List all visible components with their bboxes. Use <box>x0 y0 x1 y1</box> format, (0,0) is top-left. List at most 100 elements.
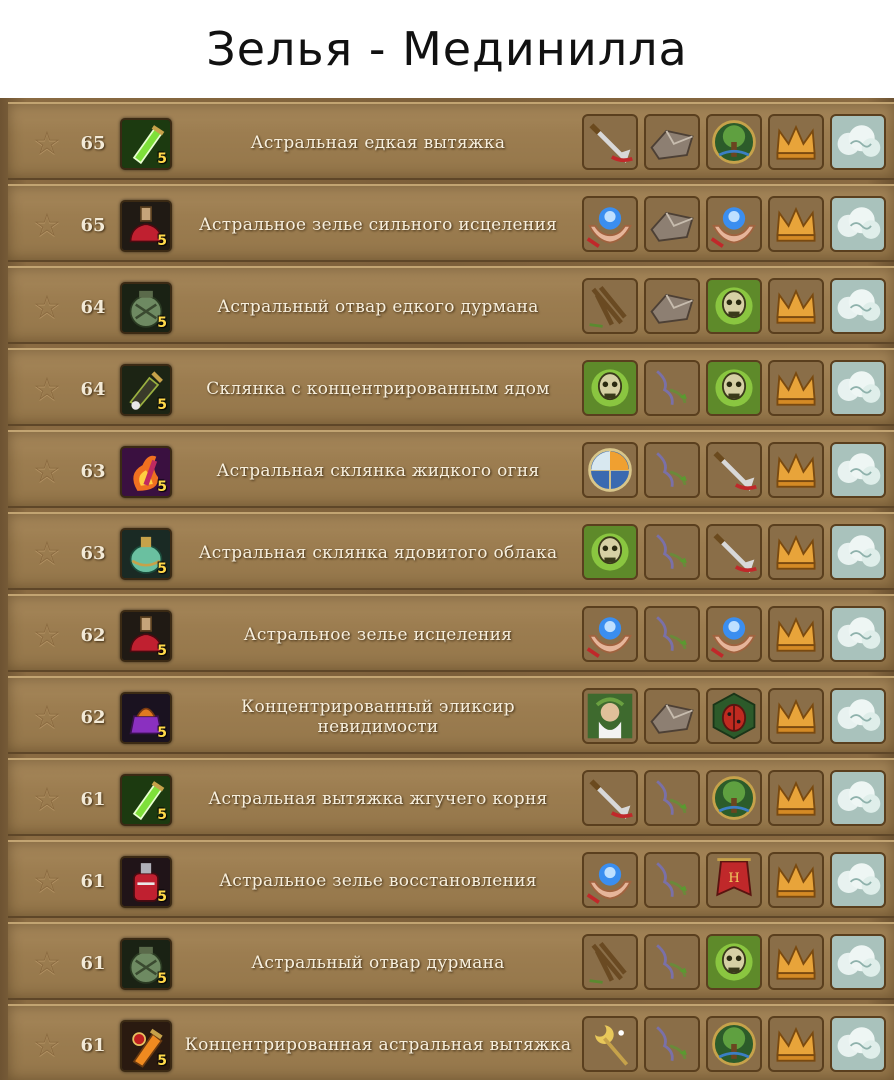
healing-hands-icon[interactable] <box>582 606 638 662</box>
green-round-bottle-potion-icon[interactable]: 5 <box>120 528 172 580</box>
favorite-star-icon[interactable]: ☆ <box>30 454 64 488</box>
page-title: Зелья - Мединилла <box>0 0 894 98</box>
favorite-star-icon[interactable]: ☆ <box>30 126 64 160</box>
herb-sprig-icon[interactable] <box>644 442 700 498</box>
recipe-row[interactable]: ☆ 65 5 Астральное зелье сильного исцеления <box>8 184 894 262</box>
skull-icon[interactable] <box>706 934 762 990</box>
cloud-icon[interactable] <box>830 442 886 498</box>
recipe-row[interactable]: ☆ 61 5 Астральный отвар дурмана <box>8 922 894 1000</box>
recipe-name: Астральный отвар дурмана <box>251 953 505 973</box>
root-icon[interactable] <box>582 278 638 334</box>
healing-hands-icon[interactable] <box>706 606 762 662</box>
stone-icon[interactable] <box>644 278 700 334</box>
recipe-row[interactable]: ☆ 63 5 Астральная склянка жидкого огня <box>8 430 894 508</box>
crown-icon[interactable] <box>768 1016 824 1072</box>
skull-icon[interactable] <box>706 360 762 416</box>
red-flask-potion-icon[interactable]: 5 <box>120 200 172 252</box>
red-flask-potion-icon[interactable]: 5 <box>120 610 172 662</box>
crown-icon[interactable] <box>768 278 824 334</box>
cloud-icon[interactable] <box>830 606 886 662</box>
recipe-row[interactable]: ☆ 64 5 Астральный отвар едкого дурмана <box>8 266 894 344</box>
cloud-icon[interactable] <box>830 852 886 908</box>
healing-hands-icon[interactable] <box>582 852 638 908</box>
favorite-star-icon[interactable]: ☆ <box>30 290 64 324</box>
herb-sprig-icon[interactable] <box>644 934 700 990</box>
fire-vial-potion-icon[interactable]: 5 <box>120 446 172 498</box>
crown-icon[interactable] <box>768 196 824 252</box>
crown-icon[interactable] <box>768 114 824 170</box>
recipe-row[interactable]: ☆ 64 5 Склянка с концентрированным ядом <box>8 348 894 426</box>
druid-icon[interactable] <box>582 688 638 744</box>
cloud-icon[interactable] <box>830 196 886 252</box>
favorite-star-icon[interactable]: ☆ <box>30 536 64 570</box>
poison-bottle-potion-icon[interactable]: 5 <box>120 364 172 416</box>
favorite-star-icon[interactable]: ☆ <box>30 782 64 816</box>
recipe-name: Астральное зелье исцеления <box>243 625 513 645</box>
crown-icon[interactable] <box>768 442 824 498</box>
crown-icon[interactable] <box>768 934 824 990</box>
favorite-star-icon[interactable]: ☆ <box>30 618 64 652</box>
banner-icon[interactable]: H <box>706 852 762 908</box>
healing-hands-icon[interactable] <box>706 196 762 252</box>
crown-icon[interactable] <box>768 360 824 416</box>
root-icon[interactable] <box>582 934 638 990</box>
elements-orb-icon[interactable] <box>582 442 638 498</box>
recipe-row[interactable]: ☆ 62 5 Концентрированный эликсир невидимост… <box>8 676 894 754</box>
recipe-row[interactable]: ☆ 61 5 Астральная вытяжка жгучего корня <box>8 758 894 836</box>
favorite-star-icon[interactable]: ☆ <box>30 208 64 242</box>
cloud-icon[interactable] <box>830 360 886 416</box>
green-jar-potion-icon[interactable]: 5 <box>120 282 172 334</box>
purple-bottle-potion-icon[interactable]: 5 <box>120 692 172 744</box>
herb-sprig-icon[interactable] <box>644 524 700 580</box>
crown-icon[interactable] <box>768 606 824 662</box>
herb-sprig-icon[interactable] <box>644 1016 700 1072</box>
moon-staff-icon[interactable] <box>582 1016 638 1072</box>
tree-icon[interactable] <box>706 770 762 826</box>
beetle-icon[interactable] <box>706 688 762 744</box>
orange-vial-potion-icon[interactable]: 5 <box>120 1020 172 1072</box>
dagger-icon[interactable] <box>582 114 638 170</box>
green-jar-potion-icon[interactable]: 5 <box>120 938 172 990</box>
stone-icon[interactable] <box>644 196 700 252</box>
recipe-row[interactable]: ☆ 61 5 Концентрированная астральная вытяжка <box>8 1004 894 1080</box>
crown-icon[interactable] <box>768 852 824 908</box>
cloud-icon[interactable] <box>830 934 886 990</box>
cloud-icon[interactable] <box>830 114 886 170</box>
recipe-row[interactable]: ☆ 63 5 Астральная склянка ядовитого облака <box>8 512 894 590</box>
green-vial-potion-icon[interactable]: 5 <box>120 118 172 170</box>
favorite-star-icon[interactable]: ☆ <box>30 372 64 406</box>
tree-icon[interactable] <box>706 1016 762 1072</box>
red-bottle-potion-icon[interactable]: 5 <box>120 856 172 908</box>
dagger-icon[interactable] <box>706 442 762 498</box>
recipe-row[interactable]: ☆ 61 5 Астральное зелье восстановления H <box>8 840 894 918</box>
dagger-icon[interactable] <box>706 524 762 580</box>
cloud-icon[interactable] <box>830 688 886 744</box>
crown-icon[interactable] <box>768 770 824 826</box>
herb-sprig-icon[interactable] <box>644 360 700 416</box>
dagger-icon[interactable] <box>582 770 638 826</box>
cloud-icon[interactable] <box>830 1016 886 1072</box>
cloud-icon[interactable] <box>830 770 886 826</box>
recipe-row[interactable]: ☆ 65 5 Астральная едкая вытяжка <box>8 102 894 180</box>
crown-icon[interactable] <box>768 688 824 744</box>
stone-icon[interactable] <box>644 688 700 744</box>
healing-hands-icon[interactable] <box>582 196 638 252</box>
herb-sprig-icon[interactable] <box>644 606 700 662</box>
green-vial-potion-icon[interactable]: 5 <box>120 774 172 826</box>
tree-icon[interactable] <box>706 114 762 170</box>
stone-icon[interactable] <box>644 114 700 170</box>
favorite-star-icon[interactable]: ☆ <box>30 1028 64 1062</box>
favorite-star-icon[interactable]: ☆ <box>30 864 64 898</box>
skull-icon[interactable] <box>706 278 762 334</box>
crown-icon[interactable] <box>768 524 824 580</box>
skull-icon[interactable] <box>582 360 638 416</box>
cloud-icon[interactable] <box>830 278 886 334</box>
cloud-icon[interactable] <box>830 524 886 580</box>
quantity-badge: 5 <box>157 725 167 741</box>
favorite-star-icon[interactable]: ☆ <box>30 700 64 734</box>
recipe-row[interactable]: ☆ 62 5 Астральное зелье исцеления <box>8 594 894 672</box>
skull-icon[interactable] <box>582 524 638 580</box>
favorite-star-icon[interactable]: ☆ <box>30 946 64 980</box>
herb-sprig-icon[interactable] <box>644 852 700 908</box>
herb-sprig-icon[interactable] <box>644 770 700 826</box>
